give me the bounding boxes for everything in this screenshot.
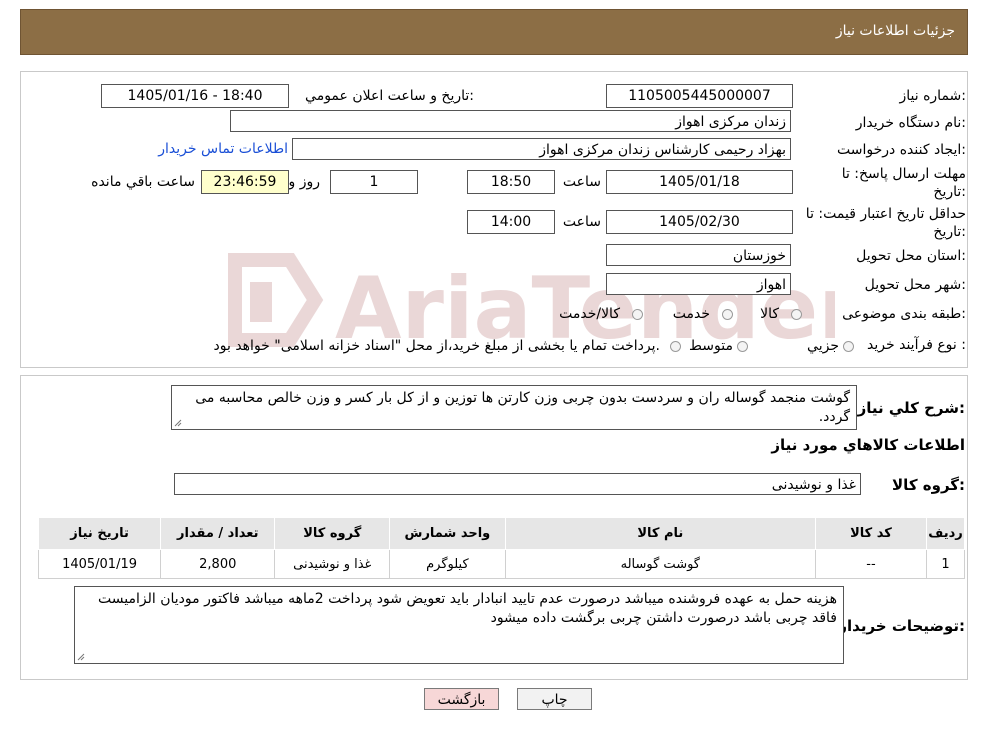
col-code-header: کد کالا (814, 517, 928, 550)
announce-label: تاریخ و ساعت اعلان عمومي: (305, 88, 474, 104)
city-field: اهواز (606, 273, 791, 295)
cell-name: گوشت گوساله (504, 549, 816, 579)
validity-time-field: 14:00 (467, 210, 555, 234)
cell-code: -- (814, 549, 928, 579)
remaining-label: ساعت باقي مانده (91, 174, 195, 190)
goods-group-label: گروه کالا: (892, 476, 965, 494)
page-title: جزئیات اطلاعات نیاز (835, 23, 955, 39)
process-radio-medium[interactable] (737, 341, 748, 352)
need-number-label: شماره نیاز: (899, 88, 966, 104)
buyer-notes-label: توضیحات خریدار: (838, 617, 965, 635)
category-radio-service[interactable] (722, 309, 733, 320)
announce-field: 1405/01/16 - 18:40 (101, 84, 289, 108)
province-field: خوزستان (606, 244, 791, 266)
items-table: ردیف کد کالا نام کالا واحد شمارش گروه کا… (37, 517, 965, 579)
category-option-service: خدمت (672, 306, 710, 322)
summary-label: شرح کلي نیاز: (857, 399, 965, 417)
category-label: طبقه بندی موضوعی: (842, 306, 966, 322)
category-radio-goods[interactable] (791, 309, 802, 320)
process-option-medium: متوسط (689, 338, 733, 354)
cell-row: 1 (926, 549, 965, 579)
category-option-goods: کالا (760, 306, 779, 322)
days-label: روز و (288, 174, 321, 190)
buyer-org-field: زندان مرکزی اهواز (230, 110, 791, 132)
validity-date-field: 1405/02/30 (606, 210, 793, 234)
table-row: 1 -- گوشت گوساله کیلوگرم غذا و نوشیدنی 2… (37, 549, 965, 579)
process-label: نوع فرآیند خرید : (867, 337, 966, 353)
validity-label: حداقل تاریخ اعتبار قیمت: تا (805, 206, 966, 222)
buyer-contact-link[interactable]: اطلاعات تماس خریدار (158, 141, 288, 157)
resize-grip-icon[interactable] (174, 419, 182, 427)
creator-field: بهزاد رحیمی کارشناس زندان مرکزی اهواز (292, 138, 791, 160)
page-header: جزئیات اطلاعات نیاز (20, 9, 968, 55)
deadline-date-field: 1405/01/18 (606, 170, 793, 194)
city-label: شهر محل تحویل: (864, 277, 966, 293)
summary-text: گوشت منجمد گوساله ران و سردست بدون چربی … (195, 390, 850, 425)
province-label: استان محل تحویل: (856, 248, 966, 264)
col-unit-header: واحد شمارش (389, 517, 506, 550)
validity-label-2: تاریخ: (933, 224, 966, 240)
process-option-minor: جزیي (807, 338, 839, 354)
buyer-org-label: نام دستگاه خریدار: (855, 115, 966, 131)
deadline-time-field: 18:50 (467, 170, 555, 194)
buyer-notes-text: هزینه حمل به عهده فروشنده میباشد درصورت … (98, 591, 837, 626)
cell-date: 1405/01/19 (37, 549, 162, 579)
process-note: پرداخت تمام یا بخشی از مبلغ خرید،از محل … (213, 338, 660, 354)
buyer-notes-textarea[interactable]: هزینه حمل به عهده فروشنده میباشد درصورت … (74, 586, 844, 664)
remaining-time-field: 23:46:59 (201, 170, 289, 194)
process-radio-treasury[interactable] (670, 341, 681, 352)
deadline-label: مهلت ارسال پاسخ: تا (841, 166, 966, 182)
print-button[interactable]: چاپ (517, 688, 592, 710)
process-radio-minor[interactable] (843, 341, 854, 352)
cell-unit: کیلوگرم (389, 549, 506, 579)
goods-info-title: اطلاعات کالاهاي مورد نیاز (771, 436, 965, 454)
col-name-header: نام کالا (504, 517, 816, 550)
col-row-header: ردیف (926, 517, 965, 550)
validity-time-label: ساعت (562, 214, 601, 230)
items-table-wrapper: ردیف کد کالا نام کالا واحد شمارش گروه کا… (37, 517, 965, 579)
need-number-field: 1105005445000007 (606, 84, 793, 108)
resize-grip-icon[interactable] (77, 653, 85, 661)
category-option-goods-service: کالا/خدمت (559, 306, 620, 322)
cell-group: غذا و نوشیدنی (274, 549, 391, 579)
col-date-header: تاریخ نیاز (37, 517, 162, 550)
col-group-header: گروه کالا (274, 517, 391, 550)
summary-textarea[interactable]: گوشت منجمد گوساله ران و سردست بدون چربی … (171, 385, 857, 430)
table-header-row: ردیف کد کالا نام کالا واحد شمارش گروه کا… (37, 517, 965, 550)
creator-label: ایجاد کننده درخواست: (837, 142, 966, 158)
deadline-label-2: تاریخ: (933, 184, 966, 200)
col-quantity-header: تعداد / مقدار (160, 517, 276, 550)
back-button[interactable]: بازگشت (424, 688, 499, 710)
deadline-time-label: ساعت (562, 174, 601, 190)
days-field: 1 (330, 170, 418, 194)
category-radio-goods-service[interactable] (632, 309, 643, 320)
cell-quantity: 2,800 (160, 549, 276, 579)
goods-group-field: غذا و نوشیدنی (174, 473, 861, 495)
